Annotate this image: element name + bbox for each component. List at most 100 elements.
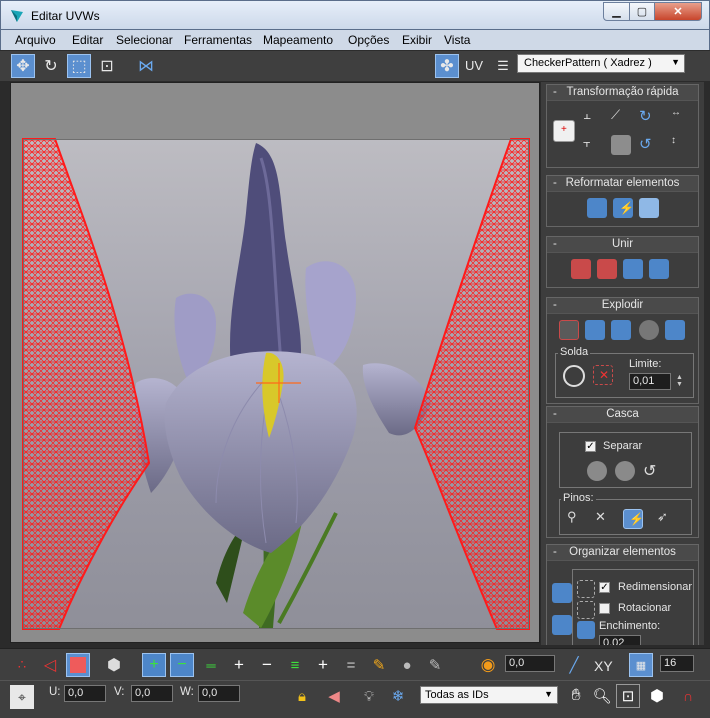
pack-normalize-button[interactable] <box>552 615 572 635</box>
shrink-loop-button[interactable]: − <box>255 653 279 677</box>
soft-selection-button[interactable]: ◉ <box>476 653 500 677</box>
grid-snap-button[interactable]: ▦ <box>629 653 653 677</box>
w-input[interactable]: 0,0 <box>198 685 240 702</box>
uv-viewport[interactable] <box>10 82 540 643</box>
rollout-stitch-header[interactable]: - Unir <box>547 237 698 253</box>
minimize-button[interactable]: ▁ <box>603 2 630 21</box>
relax-settings-button[interactable] <box>639 198 659 218</box>
detach-checkbox[interactable]: ✓ <box>585 441 596 452</box>
relax-button[interactable]: ⚡ <box>613 198 634 218</box>
auto-pin-button[interactable]: ⚡ <box>623 509 644 529</box>
snap-toggle-button[interactable]: ∩ <box>676 684 700 708</box>
explode-by-material-button[interactable] <box>611 320 631 340</box>
paint-grow-button[interactable]: ● <box>395 653 419 677</box>
material-id-select[interactable]: Todas as IDs ▼ <box>420 686 558 704</box>
pan-button[interactable]: ✋︎ <box>564 684 588 708</box>
straighten-button[interactable]: ⟋ <box>611 107 631 127</box>
explode-grid-button[interactable] <box>665 320 685 340</box>
shrink-ring-button[interactable]: = <box>339 653 363 677</box>
ring-button[interactable]: ≡ <box>283 653 307 677</box>
rescale-checkbox[interactable]: ✓ <box>599 582 610 593</box>
menu-opcoes[interactable]: Opções <box>348 33 389 47</box>
move-tool-button[interactable]: ✥ <box>11 54 35 78</box>
rollout-reshape-header[interactable]: - Reformatar elementos <box>547 176 698 192</box>
menu-ferramentas[interactable]: Ferramentas <box>184 33 252 47</box>
menu-selecionar[interactable]: Selecionar <box>116 33 173 47</box>
mirror-tool-button[interactable]: ⋈ <box>134 54 158 78</box>
rotate-tool-button[interactable]: ↻ <box>39 54 63 78</box>
explode-by-smoothing-button[interactable] <box>585 320 605 340</box>
xy-label[interactable]: XY <box>594 658 613 674</box>
straighten-selection-button[interactable] <box>587 198 607 218</box>
rotate-cw-button[interactable]: ↻ <box>639 107 659 127</box>
absolute-offset-button[interactable]: ⌖ <box>10 685 34 709</box>
peel-mode-button[interactable] <box>615 461 635 481</box>
weld-selected-button[interactable] <box>563 365 585 387</box>
freeform-tool-button[interactable]: ⊡ <box>95 54 119 78</box>
rollout-peel-header[interactable]: - Casca <box>547 407 698 423</box>
uv-label[interactable]: UV <box>465 58 483 73</box>
freeze-button[interactable]: ❄ <box>386 684 410 708</box>
options-button[interactable]: ☰ <box>491 54 515 78</box>
pin-selected-button[interactable]: ✕ <box>595 509 615 529</box>
reset-peel-button[interactable]: ↺ <box>643 461 663 481</box>
stitch-custom-button[interactable] <box>571 259 591 279</box>
rollout-explode-header[interactable]: - Explodir <box>547 298 698 314</box>
flatten-button[interactable] <box>611 135 631 155</box>
menu-editar[interactable]: Editar <box>72 33 103 47</box>
u-input[interactable]: 0,0 <box>64 685 106 702</box>
show-map-button[interactable]: ✤ <box>435 54 459 78</box>
grow-ring-button[interactable]: + <box>311 653 335 677</box>
break-button[interactable] <box>559 320 579 340</box>
padding-spinner[interactable]: 0,02 <box>599 635 641 645</box>
stitch-average-button[interactable] <box>623 259 643 279</box>
element-mode-button[interactable]: ⬢ <box>102 653 126 677</box>
pack-rotate-button[interactable] <box>577 601 595 619</box>
grid-input[interactable]: 16 <box>660 655 694 672</box>
edge-mode-button[interactable]: ◁ <box>38 653 62 677</box>
hide-button[interactable]: 💡︎ <box>357 684 381 708</box>
vertex-mode-button[interactable]: ∴ <box>10 653 34 677</box>
pack-together-button[interactable] <box>577 580 595 598</box>
rotate-ccw-button[interactable]: ↺ <box>639 135 659 155</box>
select-pins-button[interactable]: ➶ <box>657 509 677 529</box>
weld-target-button[interactable]: ✕ <box>593 365 613 385</box>
soft-selection-input[interactable]: 0,0 <box>505 655 555 672</box>
close-button[interactable]: ✕ <box>654 2 702 21</box>
grow-selection-button[interactable]: + <box>142 653 166 677</box>
explode-sphere-button[interactable] <box>639 320 659 340</box>
menu-exibir[interactable]: Exibir <box>402 33 432 47</box>
padding-button[interactable] <box>577 621 595 639</box>
scale-tool-button[interactable]: ⬚ <box>67 54 91 78</box>
title-bar[interactable]: Editar UVWs ▁ ▢ ✕ <box>0 0 710 30</box>
paint-shrink-button[interactable]: ✎ <box>423 653 447 677</box>
zoom-region-button[interactable]: ⊡ <box>616 684 640 708</box>
stitch-source-button[interactable] <box>649 259 669 279</box>
shrink-selection-button[interactable]: − <box>170 653 194 677</box>
menu-arquivo[interactable]: Arquivo <box>15 33 56 47</box>
align-pivot-button[interactable]: + <box>553 120 575 142</box>
edit-pins-button[interactable]: ⚲ <box>567 509 587 529</box>
paint-select-button[interactable]: ✎ <box>367 653 391 677</box>
menu-vista[interactable]: Vista <box>444 33 470 47</box>
spacing-v-button[interactable]: ↕ <box>671 135 691 155</box>
stitch-target-button[interactable] <box>597 259 617 279</box>
rotate-checkbox[interactable] <box>599 603 610 614</box>
filter-selected-button[interactable]: ◀ <box>322 684 346 708</box>
falloff-button[interactable]: ╱ <box>562 653 586 677</box>
zoom-button[interactable]: 🔍︎ <box>590 684 614 708</box>
quick-peel-button[interactable] <box>587 461 607 481</box>
loop-button[interactable]: ═ <box>199 653 223 677</box>
align-vertical-button[interactable]: ⫟ <box>583 135 603 155</box>
rollout-quick-transform-header[interactable]: - Transformação rápida <box>547 85 698 101</box>
align-horizontal-button[interactable]: ⫠ <box>583 107 603 127</box>
menu-mapeamento[interactable]: Mapeamento <box>263 33 333 47</box>
zoom-extents-button[interactable]: ⬢ <box>645 684 669 708</box>
spacing-h-button[interactable]: ↔ <box>671 107 691 127</box>
maximize-button[interactable]: ▢ <box>629 2 655 21</box>
polygon-mode-button[interactable] <box>66 653 90 677</box>
v-input[interactable]: 0,0 <box>131 685 173 702</box>
rollout-arrange-header[interactable]: - Organizar elementos <box>547 545 698 561</box>
grow-loop-button[interactable]: + <box>227 653 251 677</box>
threshold-spinner[interactable]: 0,01 ▲ ▼ <box>629 373 683 390</box>
